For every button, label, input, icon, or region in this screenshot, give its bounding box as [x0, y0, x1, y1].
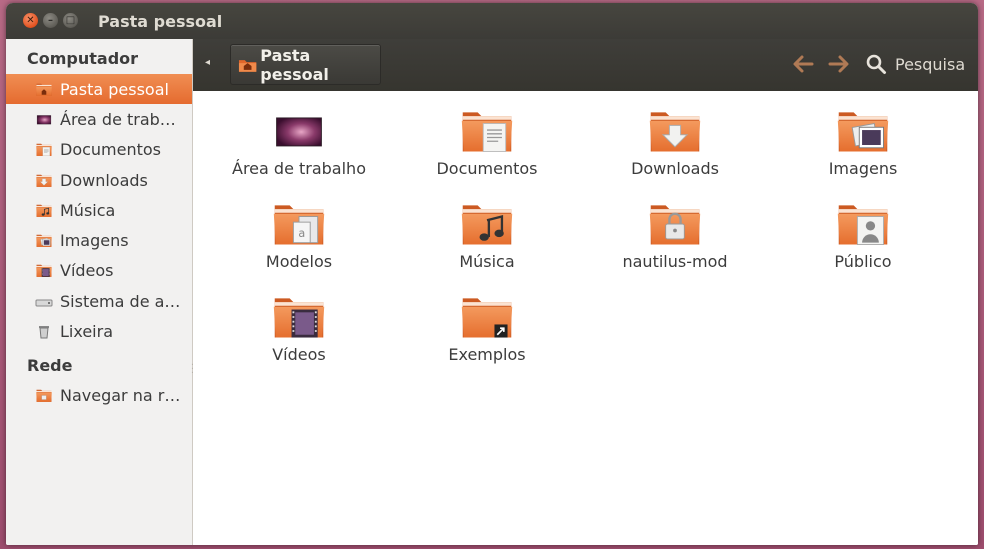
desktop-icon [35, 112, 53, 127]
file-item[interactable]: Exemplos [399, 292, 575, 364]
drive-icon [35, 294, 53, 309]
videos-folder-icon [36, 265, 52, 278]
videos-folder-icon [35, 263, 53, 278]
examples-folder-icon [461, 298, 513, 338]
file-item-label: Área de trabalho [232, 159, 366, 178]
sidebar-item-documentos[interactable]: Documentos [6, 135, 192, 165]
videos-folder-icon [273, 298, 325, 338]
sidebar-item-label: Lixeira [60, 322, 114, 342]
downloads-folder-icon [36, 174, 52, 187]
music-folder-icon [35, 203, 53, 218]
drive-icon [35, 299, 53, 307]
locked-folder-icon [649, 205, 701, 245]
title-bar: ✕ – □ Pasta pessoal [6, 3, 978, 39]
file-item[interactable]: Documentos [399, 106, 575, 178]
file-item-label: Exemplos [448, 345, 526, 364]
documents-folder-icon [35, 142, 53, 157]
downloads-folder-icon [649, 112, 701, 152]
pictures-folder-icon [837, 112, 889, 152]
maximize-window-button[interactable]: □ [63, 13, 78, 28]
sidebar-heading-rede: Rede [27, 355, 73, 375]
file-view: Área de trabalho Documentos Downloads Im… [193, 91, 978, 545]
home-folder-icon [238, 59, 257, 72]
file-item[interactable]: Imagens [775, 106, 951, 178]
sidebar-item-label: Área de trab… [60, 109, 176, 129]
close-window-button[interactable]: ✕ [23, 13, 38, 28]
sidebar: Computador Pasta pessoal Área de trab… D… [6, 39, 194, 545]
sidebar-item-downloads[interactable]: Downloads [6, 165, 192, 195]
music-folder-icon [461, 205, 513, 245]
home-folder-icon [36, 83, 52, 96]
sidebar-item-área-de-trab[interactable]: Área de trab… [6, 104, 192, 134]
file-item[interactable]: nautilus-mod [587, 199, 763, 271]
sidebar-item-label: Música [60, 200, 116, 220]
path-bar-home-button[interactable]: Pasta pessoal [230, 44, 381, 85]
file-item[interactable]: Área de trabalho [211, 106, 387, 178]
window-title: Pasta pessoal [98, 12, 223, 31]
path-scroll-left-button[interactable]: ◂ [205, 57, 210, 68]
home-folder-icon [35, 82, 53, 97]
minimize-window-button[interactable]: – [43, 13, 58, 28]
pictures-folder-icon [35, 233, 53, 248]
sidebar-item-label: Navegar na r… [60, 386, 181, 406]
network-folder-icon [35, 388, 53, 403]
sidebar-heading-computador: Computador [27, 49, 139, 68]
sidebar-item-label: Vídeos [60, 261, 114, 281]
svg-text:a: a [298, 227, 305, 240]
trash-icon [39, 326, 49, 339]
forward-arrow-icon[interactable] [827, 53, 851, 75]
sidebar-item-label: Downloads [60, 170, 148, 190]
file-item[interactable]: Público [775, 199, 951, 271]
desktop-icon [276, 117, 322, 147]
sidebar-item-vídeos[interactable]: Vídeos [6, 256, 192, 286]
file-item-label: Documentos [436, 159, 538, 178]
file-item[interactable]: a Modelos [211, 199, 387, 271]
toolbar: ◂ Pasta pessoal Pesquisa [193, 39, 978, 91]
file-manager-window: ✕ – □ Pasta pessoal Computador Pasta pes… [6, 3, 978, 545]
sidebar-item-label: Sistema de a… [60, 291, 181, 311]
file-item-label: Modelos [265, 252, 333, 271]
desktop-icon [36, 115, 52, 125]
sidebar-item-pasta-pessoal[interactable]: Pasta pessoal [6, 74, 192, 105]
search-button-label[interactable]: Pesquisa [895, 55, 965, 74]
sidebar-item-sistema-de-a[interactable]: Sistema de a… [6, 286, 192, 316]
file-item-label: Música [459, 252, 515, 271]
sidebar-item-label: Documentos [60, 140, 162, 160]
file-item-label: nautilus-mod [622, 252, 728, 271]
sidebar-item-imagens[interactable]: Imagens [6, 225, 192, 255]
sidebar-item-lixeira[interactable]: Lixeira [6, 316, 192, 346]
search-icon[interactable] [865, 53, 887, 75]
downloads-folder-icon [35, 173, 53, 188]
documents-folder-icon [36, 143, 52, 157]
sidebar-item-música[interactable]: Música [6, 195, 192, 225]
file-item[interactable]: Downloads [587, 106, 763, 178]
pictures-folder-icon [36, 234, 52, 247]
network-folder-icon [36, 390, 52, 403]
sidebar-item-label: Imagens [60, 231, 129, 251]
path-bar-label: Pasta pessoal [260, 45, 329, 84]
trash-icon [35, 324, 53, 339]
back-arrow-icon[interactable] [791, 53, 815, 75]
file-item[interactable]: Música [399, 199, 575, 271]
file-item-label: Downloads [631, 159, 719, 178]
file-item-label: Vídeos [272, 345, 326, 364]
file-item-label: Imagens [828, 159, 898, 178]
file-item[interactable]: Vídeos [211, 292, 387, 364]
documents-folder-icon [461, 112, 513, 152]
music-folder-icon [36, 204, 52, 217]
sidebar-item-navegar-na-r[interactable]: Navegar na r… [6, 381, 192, 411]
file-item-label: Público [834, 252, 892, 271]
templates-folder-icon: a [273, 205, 325, 245]
sidebar-item-label: Pasta pessoal [60, 79, 169, 99]
public-folder-icon [837, 205, 889, 245]
